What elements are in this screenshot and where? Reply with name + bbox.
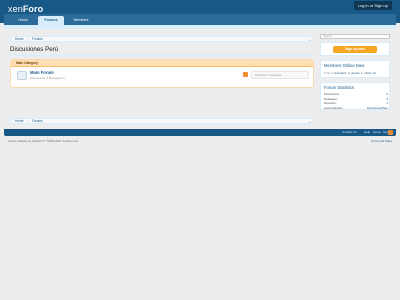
footer-bar: Contact Us Help Home Top — [4, 129, 396, 136]
sub-navigation-bar — [4, 25, 396, 29]
forum-statistics-block: Forum Statistics Discussions: 0 Messages… — [320, 82, 390, 110]
rss-icon[interactable] — [243, 72, 248, 77]
forum-read-icon — [17, 71, 27, 80]
copyright-text: Forum software by XenForo™ ©2010-2017 Xe… — [8, 139, 79, 143]
tab-forums[interactable]: Forums — [38, 16, 64, 25]
tab-members[interactable]: Members — [66, 16, 96, 25]
signup-button[interactable]: Sign up now! — [333, 46, 377, 53]
category-block: Main Category Main Forum Discussions: 0 … — [10, 59, 314, 88]
members-online-text: Total: 1 (members: 0, guests: 1, robots:… — [324, 71, 376, 75]
tab-home[interactable]: Home — [10, 16, 36, 25]
jump-arrow-icon[interactable]: ▸ — [309, 120, 311, 124]
breadcrumb-home[interactable]: Home — [11, 119, 27, 124]
stat-row-messages: Messages: 0 — [324, 96, 388, 101]
members-online-block: Members Online Now Total: 1 (members: 0,… — [320, 60, 390, 78]
forum-title-link[interactable]: Main Forum — [30, 70, 54, 75]
rss-icon[interactable] — [388, 130, 393, 135]
breadcrumb-top: Home Forums ▸ — [10, 36, 314, 42]
forum-last-post: Nothing to messages — [251, 71, 309, 79]
footer-link-home[interactable]: Home — [373, 130, 381, 135]
forum-stats: Discussions: 0 Messages: 0 — [30, 76, 65, 80]
search-input[interactable]: Search... — [320, 34, 390, 39]
page-title: Discusiones Perú — [10, 46, 59, 53]
breadcrumb-bottom: Home Forums ▸ — [10, 118, 314, 124]
login-signup-button[interactable]: Log in or Sign up — [353, 1, 392, 10]
jump-arrow-icon[interactable]: ▸ — [309, 38, 311, 42]
breadcrumb-forums[interactable]: Forums — [27, 119, 47, 124]
footer-link-contact[interactable]: Contact Us — [342, 130, 357, 135]
forum-statistics-title: Forum Statistics — [324, 85, 355, 90]
breadcrumb-home[interactable]: Home — [11, 37, 27, 42]
stat-row-latest-member: Latest Member: DiscusionesPeru — [324, 105, 388, 110]
site-logo[interactable]: xenForo — [8, 4, 43, 14]
title-divider — [10, 55, 314, 56]
footer-link-help[interactable]: Help — [364, 130, 370, 135]
latest-member-link[interactable]: DiscusionesPeru — [367, 106, 388, 110]
terms-link[interactable]: Terms and Rules — [371, 139, 392, 143]
stat-row-discussions: Discussions: 0 — [324, 92, 388, 96]
signup-panel: Sign up now! — [320, 42, 390, 56]
stat-row-members: Members: 1 — [324, 101, 388, 105]
breadcrumb-forums[interactable]: Forums — [27, 37, 47, 42]
main-navigation: Home Forums Members — [4, 14, 396, 25]
category-title[interactable]: Main Category — [11, 60, 313, 67]
members-online-title: Members Online Now — [324, 63, 365, 68]
